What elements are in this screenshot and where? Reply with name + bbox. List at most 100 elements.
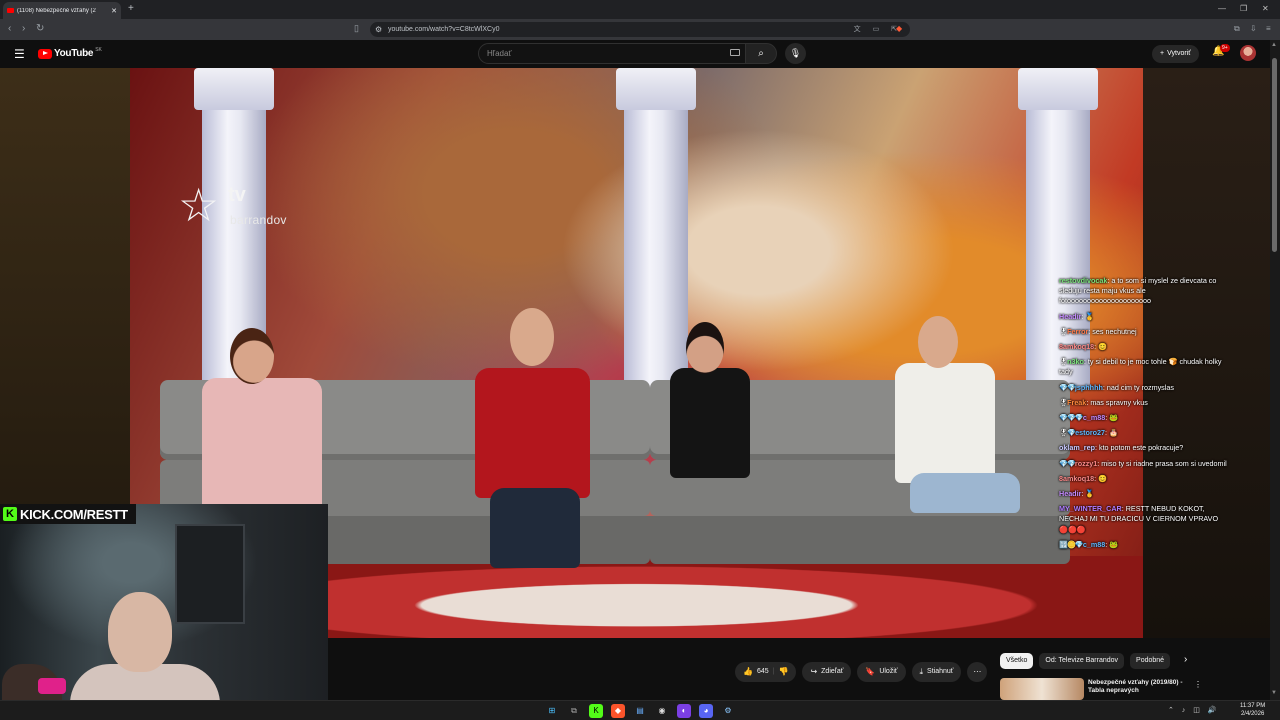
scroll-up-icon[interactable]: ▲ [1271, 42, 1277, 48]
scroll-down-icon[interactable]: ▼ [1271, 690, 1277, 696]
guest-woman-black-dress [670, 368, 750, 478]
chip-similar[interactable]: Podobné [1130, 653, 1171, 669]
guest-man-patterned-shirt [895, 363, 995, 483]
logo-tv-text: tv [228, 184, 246, 206]
minimize-icon[interactable]: — [1218, 4, 1226, 13]
scrollbar-thumb[interactable] [1272, 58, 1277, 252]
hamburger-menu-icon[interactable]: ☰ [14, 47, 25, 61]
create-button[interactable]: + Vytvoriť [1152, 45, 1199, 63]
close-window-icon[interactable]: ✕ [1262, 4, 1269, 13]
site-info-icon[interactable]: ⚙ [375, 22, 382, 37]
obs-icon[interactable]: ◉ [655, 704, 669, 718]
chat-username: c_m88 [1082, 413, 1106, 423]
related-title[interactable]: Nebezpečné vzťahy (2019/80) - Tabla nepr… [1088, 679, 1198, 695]
guest-shorts [910, 473, 1020, 513]
browser-tab[interactable]: (1108) Nebezpečné vzťahy (2 ✕ [3, 2, 121, 19]
chat-username: 8amkoq18 [1059, 473, 1095, 483]
maximize-icon[interactable]: ❐ [1240, 4, 1247, 13]
search-button[interactable]: ⌕ [745, 43, 777, 64]
notepad-icon[interactable]: ▤ [633, 704, 647, 718]
chat-username: c_m88 [1082, 539, 1106, 549]
app-icon[interactable]: ◐ [677, 704, 691, 718]
omnibox-actions-icon[interactable]: 文 ▭ ⇱ [854, 22, 902, 37]
related-video-item[interactable]: Nebezpečné vzťahy (2019/80) - Tabla nepr… [1000, 678, 1260, 700]
share-label: Zdieľať [821, 668, 844, 675]
tab-title: (1108) Nebezpečné vzťahy (2 [17, 7, 96, 14]
share-icon: ↪ [810, 667, 818, 676]
browser-toolbar: ‹ › ↻ ▯ ⚙ youtube.com/watch?v=C8tcWlXCy0… [0, 19, 1280, 40]
thumbs-down-icon[interactable]: 👎 [778, 662, 788, 682]
discord-icon[interactable]: ◕ [699, 704, 713, 718]
chevron-right-icon[interactable]: › [1184, 654, 1187, 665]
reload-icon[interactable]: ↻ [36, 23, 44, 34]
save-button[interactable]: 🔖 Uložiť [857, 662, 906, 682]
chat-message: 💎💎💎c_m88: 🐸 [1059, 413, 1229, 423]
clock-time: 11:37 PM [1240, 703, 1266, 709]
chat-text: miso ty si riadne prasa som si uvedomil [1101, 458, 1227, 468]
avatar[interactable] [1240, 45, 1256, 61]
browser-tab-bar: (1108) Nebezpečné vzťahy (2 ✕ + — ❐ ✕ [0, 0, 1280, 19]
kick-app-icon[interactable]: K [589, 704, 603, 718]
related-thumbnail[interactable] [1000, 678, 1084, 700]
chat-text: 🥇 [1085, 311, 1095, 321]
new-tab-icon[interactable]: + [128, 3, 134, 14]
related-menu-icon[interactable]: ⋮ [1194, 680, 1202, 689]
steam-icon[interactable]: ⚙ [721, 704, 735, 718]
close-tab-icon[interactable]: ✕ [111, 7, 117, 15]
like-button[interactable]: 👍 645 | 👎 [735, 662, 797, 682]
chip-from-channel[interactable]: Od: Televize Barrandov [1039, 653, 1125, 669]
chat-text: 🥇 [1085, 489, 1095, 499]
brave-shield-icon[interactable]: ◆ [896, 24, 902, 33]
chat-badges-icon: 🎖 [1059, 397, 1068, 407]
youtube-logo[interactable]: YouTube SK [38, 47, 102, 59]
chat-message: 8amkoq18: 😊 [1059, 474, 1229, 484]
address-bar[interactable]: ⚙ youtube.com/watch?v=C8tcWlXCy0 文 ▭ ⇱ [370, 22, 910, 37]
chat-username: Freak [1067, 397, 1087, 407]
youtube-header: ☰ YouTube SK Hľadať ⌕ 🎙 + Vytvoriť 🔔 9+ [0, 40, 1270, 68]
more-dots-icon: ⋯ [973, 667, 982, 676]
guest-man-red-shirt [475, 368, 590, 498]
studio-column [616, 68, 696, 388]
task-view-icon[interactable]: ⧉ [567, 704, 581, 718]
more-actions-button[interactable]: ⋯ [967, 662, 988, 682]
keyboard-icon[interactable] [730, 49, 740, 56]
menu-icon[interactable]: ≡ [1266, 24, 1271, 33]
chip-all[interactable]: Všetko [1000, 653, 1034, 669]
chat-text: 🐸 [1109, 413, 1119, 423]
bookmark-icon[interactable]: ▯ [354, 23, 359, 34]
sofa-right-base [650, 516, 1070, 564]
chat-username: oklam_rep [1059, 443, 1095, 453]
download-icon[interactable]: ⇩ [1250, 24, 1257, 33]
kick-url-banner: K KICK.COM/RESTT [0, 504, 136, 524]
chat-username: n3ko [1067, 357, 1084, 367]
guest-head [918, 316, 958, 368]
chat-text: kto potom este pokracuje? [1098, 443, 1184, 453]
chat-text: 😊 [1098, 342, 1108, 352]
search-input[interactable]: Hľadať [478, 43, 746, 64]
chat-username: rozzy1 [1074, 458, 1098, 468]
voice-search-button[interactable]: 🎙 [785, 43, 806, 64]
chat-badges-icon: 🎖 [1059, 357, 1068, 367]
chat-message: 8amkoq18: 😊 [1059, 342, 1229, 352]
brave-browser-icon[interactable]: ◆ [611, 704, 625, 718]
share-button[interactable]: ↪ Zdieľať [802, 662, 852, 682]
chat-text: nad cim ty rozmyslas [1106, 382, 1174, 392]
back-icon[interactable]: ‹ [8, 23, 11, 34]
chat-username: MY_WINTER_CAR [1059, 504, 1122, 514]
like-divider: | [772, 668, 775, 675]
download-button[interactable]: ⤓ Stiahnuť [911, 662, 962, 682]
guest-head [686, 322, 724, 374]
like-count: 645 [756, 668, 769, 675]
system-tray-icons[interactable]: ⌃ ♪ ◫ 🔊 [1168, 706, 1220, 714]
video-actions: 👍 645 | 👎 ↪ Zdieľať 🔖 Uložiť ⤓ Stiahnuť … [735, 662, 988, 682]
streamer-face [108, 592, 172, 672]
start-windows-icon[interactable]: ⊞ [545, 704, 559, 718]
chat-text: 🎂 [1109, 428, 1118, 438]
forward-icon[interactable]: › [22, 23, 25, 34]
chat-message: oklam_rep: kto potom este pokracuje? [1059, 443, 1229, 453]
save-label: Uložiť [879, 668, 898, 675]
chat-message: 🎖n3ko: ty si debil to je moc tohle 🍞 chu… [1059, 357, 1229, 377]
taskbar-clock[interactable]: 11:37 PM 2/4/2026 [1240, 702, 1265, 718]
extensions-icon[interactable]: ⧉ [1234, 24, 1240, 34]
microphone-icon: 🎙 [789, 48, 802, 58]
